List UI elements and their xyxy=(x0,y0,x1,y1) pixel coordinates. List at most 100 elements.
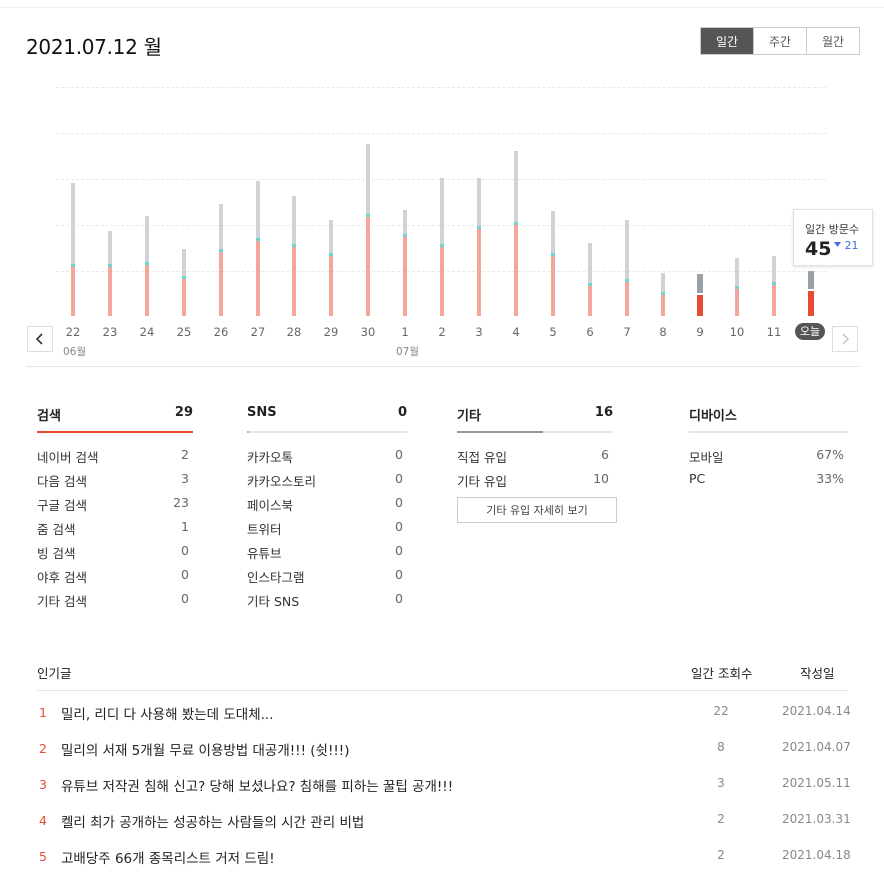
x-tick-label: 2 xyxy=(438,325,446,339)
bar-segment-secondary[interactable] xyxy=(108,230,112,264)
search-progress-fill xyxy=(37,431,193,433)
tooltip-change-value: 21 xyxy=(844,239,859,252)
bar-segment-primary[interactable] xyxy=(772,284,776,316)
visitor-tooltip: 일간 방문수 45 21 xyxy=(793,209,873,266)
post-date: 2021.04.07 xyxy=(782,740,851,754)
month-label: 07월 xyxy=(396,346,420,358)
stat-row: 카카오스토리 0 xyxy=(247,471,407,495)
post-date: 2021.04.14 xyxy=(782,704,851,718)
bar-segment-secondary[interactable] xyxy=(551,211,555,253)
post-title[interactable]: 고배당주 66개 종목리스트 거저 드림! xyxy=(61,847,275,867)
bar-segment-accent xyxy=(292,244,296,247)
stat-row-name: 카카오톡 xyxy=(247,450,294,465)
bar-segment-secondary[interactable] xyxy=(735,257,739,286)
bar-segment-accent xyxy=(477,226,481,229)
bar-segment-secondary[interactable] xyxy=(145,215,149,262)
stat-row-name: 페이스북 xyxy=(247,498,294,513)
post-views: 3 xyxy=(717,776,725,790)
sns-stats: SNS 0 카카오톡 0 카카오스토리 0 페이스북 0 트위터 0 유튜브 0 인스타그램 0 기타 … xyxy=(247,405,407,615)
post-title[interactable]: 유튜브 저작권 침해 신고? 당해 보셨나요? 침해를 피하는 꿀팁 공개!!! xyxy=(61,775,453,795)
etc-detail-button[interactable]: 기타 유입 자세히 보기 xyxy=(457,497,617,523)
stat-row-name: 구글 검색 xyxy=(37,498,87,513)
stat-row-name: 빙 검색 xyxy=(37,546,76,561)
bar-segment-primary[interactable] xyxy=(735,289,739,316)
bar-segment-secondary[interactable] xyxy=(219,203,223,249)
bar-segment-primary[interactable] xyxy=(71,266,75,316)
device-title: 디바이스 xyxy=(689,409,737,424)
bar-segment-primary[interactable] xyxy=(588,286,592,316)
popular-row: 2 밀리의 서재 5개월 무료 이용방법 대공개!!! (쉿!!!) 8 2021.0… xyxy=(37,727,851,763)
stat-row-name: 다음 검색 xyxy=(37,474,87,489)
bar-segment-secondary[interactable] xyxy=(182,248,186,276)
bar-segment-accent xyxy=(514,221,518,225)
stat-row-value: 0 xyxy=(395,591,403,606)
bar-segment-primary[interactable] xyxy=(256,241,260,316)
stat-row: 페이스북 0 xyxy=(247,495,407,519)
bar-segment-primary[interactable] xyxy=(292,247,296,316)
bar-segment-secondary[interactable] xyxy=(256,181,260,238)
x-tick-label: 28 xyxy=(286,325,302,339)
etc-total: 16 xyxy=(594,405,613,420)
next-button[interactable] xyxy=(832,326,858,352)
x-tick-label: 4 xyxy=(512,325,520,339)
bar-segment-primary[interactable] xyxy=(808,290,814,316)
x-tick-label: 9 xyxy=(696,325,704,339)
x-tick-label: 11 xyxy=(766,325,782,339)
bar-segment-primary[interactable] xyxy=(551,256,555,316)
bar-segment-primary[interactable] xyxy=(514,224,518,316)
bar-segment-secondary[interactable] xyxy=(440,178,444,244)
bar-segment-secondary[interactable] xyxy=(697,273,703,293)
x-tick-label: 24 xyxy=(139,325,155,339)
post-views: 2 xyxy=(717,848,725,862)
bar-segment-secondary[interactable] xyxy=(661,272,665,292)
x-tick-label: 29 xyxy=(323,325,339,339)
bar-segment-secondary[interactable] xyxy=(772,256,776,282)
bar-segment-primary[interactable] xyxy=(697,295,703,316)
bar-segment-secondary[interactable] xyxy=(808,270,814,289)
gridline xyxy=(56,133,826,134)
bar-segment-accent xyxy=(256,238,260,241)
bar-segment-primary[interactable] xyxy=(366,217,370,316)
bar-segment-accent xyxy=(145,262,149,265)
bar-segment-secondary[interactable] xyxy=(292,196,296,244)
bar-segment-secondary[interactable] xyxy=(625,220,629,279)
bar-segment-accent xyxy=(366,214,370,217)
stat-row: 야후 검색 0 xyxy=(37,567,193,591)
post-title[interactable]: 밀리, 리디 다 사용해 봤는데 도대체... xyxy=(61,703,274,723)
bar-segment-primary[interactable] xyxy=(661,295,665,316)
bar-segment-secondary[interactable] xyxy=(403,209,407,234)
bar-segment-primary[interactable] xyxy=(403,236,407,316)
bar-segment-secondary[interactable] xyxy=(329,220,333,253)
stat-row-value: 0 xyxy=(395,567,403,582)
post-date: 2021.04.18 xyxy=(782,848,851,862)
bar-segment-primary[interactable] xyxy=(440,247,444,316)
stat-row: 줌 검색 1 xyxy=(37,519,193,543)
bar-segment-secondary[interactable] xyxy=(477,178,481,226)
stat-row-name: PC xyxy=(689,471,706,486)
stat-row: 빙 검색 0 xyxy=(37,543,193,567)
bar-segment-secondary[interactable] xyxy=(514,151,518,222)
x-tick-label: 8 xyxy=(659,325,667,339)
bar-segment-primary[interactable] xyxy=(477,229,481,316)
month-label: 06월 xyxy=(63,346,87,358)
post-rank: 3 xyxy=(39,777,47,792)
stat-row: 카카오톡 0 xyxy=(247,447,407,471)
stat-row-value: 0 xyxy=(395,495,403,510)
bar-segment-secondary[interactable] xyxy=(71,182,75,264)
bar-segment-secondary[interactable] xyxy=(366,143,370,214)
bar-segment-accent xyxy=(329,253,333,256)
search-progress xyxy=(37,431,193,433)
bar-segment-primary[interactable] xyxy=(625,281,629,316)
x-tick-label: 5 xyxy=(549,325,557,339)
bar-segment-secondary[interactable] xyxy=(588,242,592,283)
tooltip-label: 일간 방문수 xyxy=(805,223,860,236)
bar-segment-primary[interactable] xyxy=(145,265,149,316)
post-title[interactable]: 켈리 최가 공개하는 성공하는 사람들의 시간 관리 비법 xyxy=(61,811,364,831)
bar-segment-primary[interactable] xyxy=(219,251,223,316)
bar-segment-accent xyxy=(71,263,75,267)
bar-segment-primary[interactable] xyxy=(182,278,186,316)
post-title[interactable]: 밀리의 서재 5개월 무료 이용방법 대공개!!! (쉿!!!) xyxy=(61,739,349,759)
bar-segment-primary[interactable] xyxy=(108,266,112,316)
bar-segment-primary[interactable] xyxy=(329,256,333,316)
prev-button[interactable] xyxy=(27,326,53,352)
